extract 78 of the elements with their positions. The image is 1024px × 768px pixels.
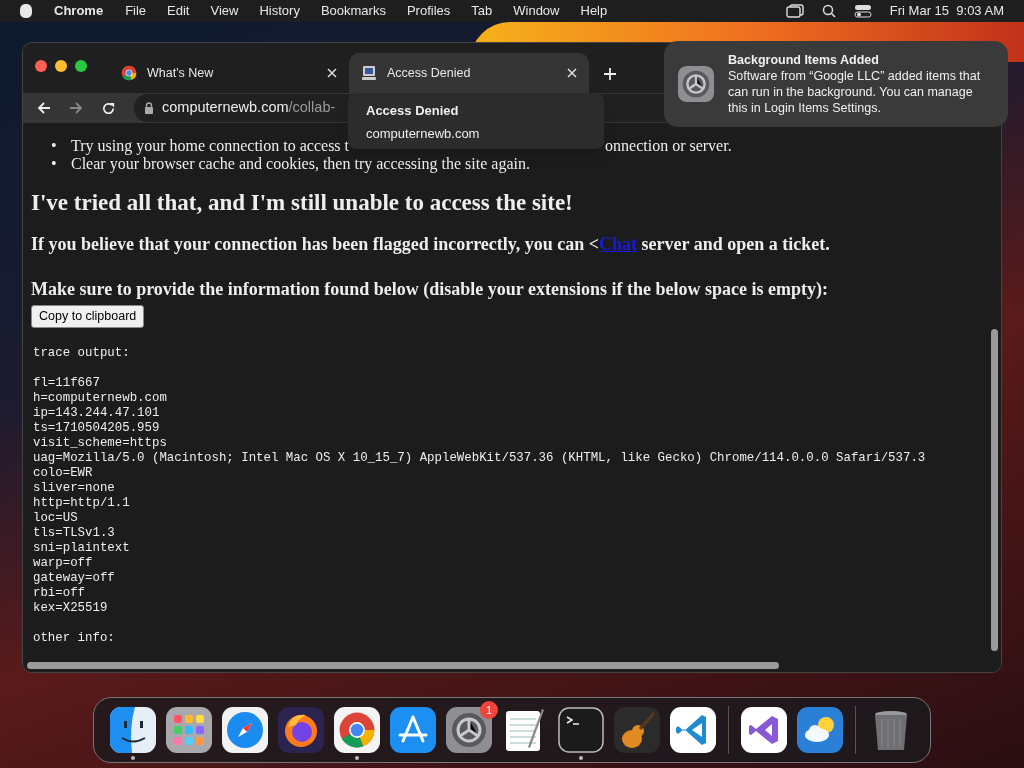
- compass-icon[interactable]: [222, 707, 268, 753]
- menu-item[interactable]: Profiles: [406, 1, 451, 21]
- menu-item[interactable]: File: [125, 1, 147, 21]
- clock[interactable]: Fri Mar 15 9:03 AM: [889, 1, 1004, 21]
- chrome-logo-icon: [121, 65, 137, 81]
- gear-icon: [678, 66, 714, 102]
- browser-tab[interactable]: Access Denied: [349, 53, 589, 93]
- menu-item[interactable]: Bookmarks: [320, 1, 386, 21]
- paragraph: If you believe that your connection has been flagged incorrectly, you can <Chat server and open a ticket.: [31, 233, 831, 256]
- scrollbar-thumb[interactable]: [990, 329, 998, 651]
- cloud-sun-icon[interactable]: [797, 707, 843, 753]
- url-text: computernewb.com/collab-: [162, 98, 336, 118]
- close-icon[interactable]: [567, 68, 577, 78]
- trace-line: rbi=off: [33, 585, 86, 601]
- bullet-marker: •: [51, 137, 58, 155]
- trace-line: h=computernewb.com: [33, 390, 167, 406]
- back-icon[interactable]: [37, 101, 51, 115]
- zoom-button[interactable]: [75, 60, 87, 72]
- code-editor-icon[interactable]: [670, 707, 716, 753]
- trace-line: fl=11f667: [33, 375, 100, 391]
- trace-line: tls=TLSv1.3: [33, 525, 115, 541]
- new-tab-icon[interactable]: [603, 67, 617, 81]
- trace-line: loc=US: [33, 510, 78, 526]
- reload-icon[interactable]: [101, 100, 116, 116]
- trace-line: colo=EWR: [33, 465, 93, 481]
- close-window-button[interactable]: [35, 60, 47, 72]
- windows-icon[interactable]: [785, 4, 804, 18]
- minimize-button[interactable]: [55, 60, 67, 72]
- close-icon[interactable]: [327, 68, 337, 78]
- trace-line: gateway=off: [33, 570, 115, 586]
- list-item-text: Try using your home connection to access t: [71, 137, 350, 155]
- lock-icon: [144, 102, 154, 114]
- trace-line: visit_scheme=https: [33, 435, 167, 451]
- browser-tab[interactable]: What's New: [109, 53, 349, 93]
- trace-line: sliver=none: [33, 480, 115, 496]
- list-item-text: onnection or server.: [605, 137, 732, 155]
- monitor-icon: [361, 65, 377, 81]
- forward-icon[interactable]: [69, 101, 83, 115]
- trace-line: ts=1710504205.959: [33, 420, 160, 436]
- notification-title: Background Items Added: [728, 52, 880, 68]
- menu-item[interactable]: History: [259, 1, 300, 21]
- notification[interactable]: Background Items Added Software from “Google LLC” added items that can run in the background. You can manage this in Login Items Settings.: [664, 41, 1008, 127]
- card-title: Access Denied: [366, 102, 460, 120]
- copy-button[interactable]: Copy to clipboard: [31, 305, 145, 328]
- face-icon[interactable]: [110, 707, 156, 753]
- menu-item[interactable]: Edit: [167, 1, 190, 21]
- trace-line: http=http/1.1: [33, 495, 130, 511]
- notification-body: Software from “Google LLC” added items that can run in the background. You can manage this in Login Items Settings.: [728, 68, 982, 116]
- browser-logo-icon[interactable]: [334, 707, 380, 753]
- scrollbar-thumb[interactable]: [27, 661, 779, 669]
- guitar-icon[interactable]: [614, 707, 660, 753]
- toggles-icon[interactable]: [853, 4, 872, 18]
- menu-item[interactable]: View: [210, 1, 239, 21]
- app-store-icon[interactable]: [390, 707, 436, 753]
- trace-line: uag=Mozilla/5.0 (Macintosh; Intel Mac OS X 10_15_7) AppleWebKit/537.36 (KHTML, like Gecko) Chrome/114.0.0.0 Safari/537.3: [33, 450, 926, 466]
- menu-item[interactable]: Help: [580, 1, 608, 21]
- trace-line: sni=plaintext: [33, 540, 130, 556]
- trace-line: warp=off: [33, 555, 93, 571]
- terminal-icon[interactable]: [558, 707, 604, 753]
- trace-line: kex=X25519: [33, 600, 108, 616]
- trace-line: ip=143.244.47.101: [33, 405, 160, 421]
- chrome-logo-icon: [338, 711, 376, 749]
- grid-icon[interactable]: [166, 707, 212, 753]
- search-icon[interactable]: [821, 4, 836, 18]
- menu-item[interactable]: Window: [513, 1, 560, 21]
- gear-icon[interactable]: [446, 707, 492, 753]
- list-item-text: Clear your browser cache and cookies, then try accessing the site again.: [71, 155, 530, 173]
- notification-badge: 1: [480, 701, 498, 719]
- tab-title: Access Denied: [387, 64, 472, 82]
- bullet-marker: •: [51, 155, 58, 173]
- trace-line: trace output:: [33, 345, 130, 361]
- heading: I've tried all that, and I'm still unable to access the site!: [31, 189, 574, 217]
- trace-line: other info:: [33, 630, 115, 646]
- card-url: computernewb.com: [366, 124, 481, 143]
- tab-title: What's New: [147, 64, 215, 82]
- paragraph: Make sure to provide the information found below (disable your extensions if the below space is empty):: [31, 278, 829, 301]
- menu-item[interactable]: Tab: [471, 1, 493, 21]
- menu-item[interactable]: Chrome: [54, 1, 104, 21]
